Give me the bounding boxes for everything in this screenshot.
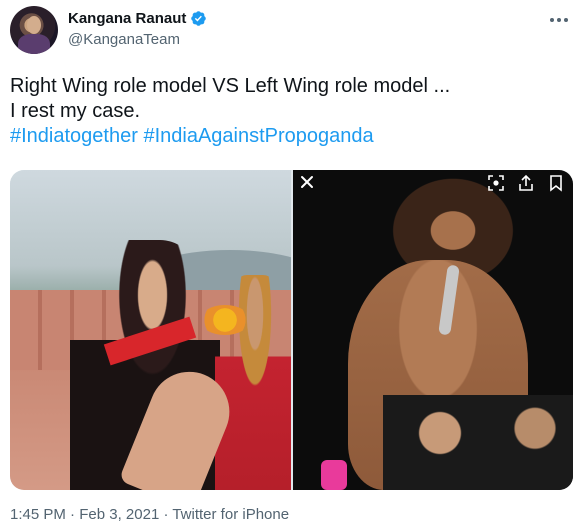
tweet-meta: 1:45 PM · Feb 3, 2021 · Twitter for iPho…: [10, 506, 289, 523]
tweet-card: Kangana Ranaut @KanganaTeam Right Wing r…: [0, 0, 583, 532]
avatar-body: [18, 34, 50, 54]
display-name[interactable]: Kangana Ranaut: [68, 10, 186, 27]
meta-separator: ·: [65, 506, 80, 523]
photo-right[interactable]: [293, 170, 573, 490]
marigold-flowers-shape: [200, 305, 250, 335]
tweet-time[interactable]: 1:45 PM: [10, 506, 66, 523]
media-toolbar: [487, 174, 565, 192]
crowd-shape: [383, 395, 573, 490]
tweet-line-1: Right Wing role model VS Left Wing role …: [10, 75, 451, 97]
tweet-source[interactable]: Twitter for iPhone: [172, 506, 289, 523]
pink-boot-shape: [321, 460, 347, 490]
media-grid: [10, 170, 573, 490]
more-options-icon[interactable]: [547, 8, 571, 32]
share-icon[interactable]: [517, 174, 535, 192]
tweet-line-2: I rest my case.: [10, 100, 141, 122]
avatar[interactable]: [10, 6, 58, 54]
lens-icon[interactable]: [487, 174, 505, 192]
photo-left[interactable]: [10, 170, 291, 490]
hashtag-indiatogether[interactable]: #Indiatogether: [10, 125, 138, 147]
user-handle[interactable]: @KanganaTeam: [68, 31, 180, 48]
tweet-date[interactable]: Feb 3, 2021: [79, 506, 159, 523]
close-icon[interactable]: [299, 174, 315, 190]
bookmark-icon[interactable]: [547, 174, 565, 192]
hashtag-india-against-propoganda[interactable]: #IndiaAgainstPropoganda: [143, 125, 373, 147]
tweet-text: Right Wing role model VS Left Wing role …: [10, 74, 575, 149]
hashtag-line: #Indiatogether #IndiaAgainstPropoganda: [10, 124, 575, 149]
verified-badge-icon: [190, 10, 207, 27]
avatar-face: [27, 16, 41, 34]
meta-separator: ·: [159, 506, 173, 523]
author-name-row: Kangana Ranaut: [68, 10, 207, 27]
